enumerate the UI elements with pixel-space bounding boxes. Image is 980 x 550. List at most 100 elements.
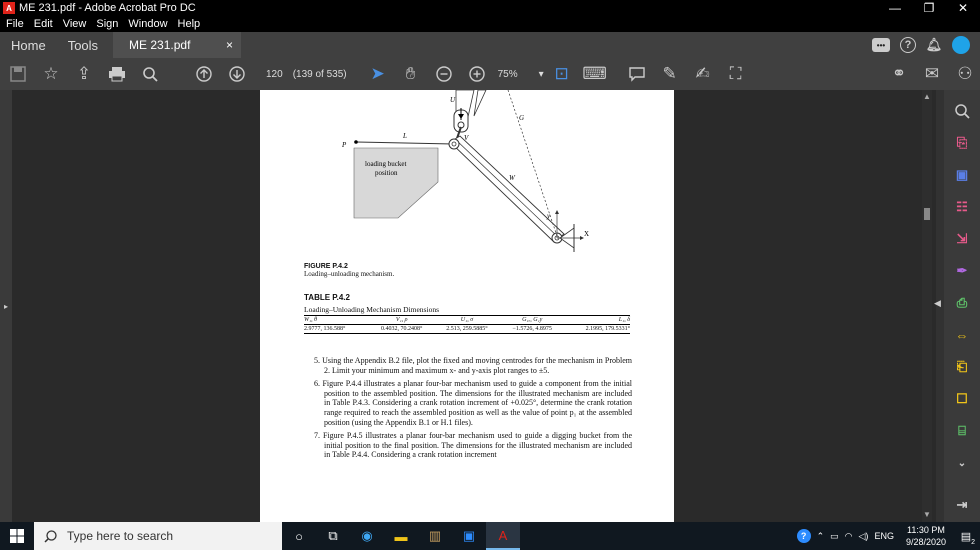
time: 11:30 PM — [907, 525, 945, 535]
pdf-page: U G L P V W y X loading bucket position … — [260, 90, 674, 522]
system-tray: ? ⌃ ▭ ◠ ◁) ENG — [796, 529, 900, 543]
menu-edit[interactable]: Edit — [34, 18, 53, 30]
tab-home[interactable]: Home — [0, 32, 57, 58]
next-page-icon[interactable] — [222, 59, 252, 89]
menu-sign[interactable]: Sign — [96, 18, 118, 30]
help-icon[interactable]: ? — [900, 37, 916, 53]
table-cell: 2.1995, 179.5331° — [585, 326, 630, 332]
clock[interactable]: 11:30 PM 9/28/2020 — [900, 524, 952, 548]
taskbar-search-input[interactable]: Type here to search — [34, 522, 282, 550]
windows-start-icon[interactable] — [0, 522, 34, 550]
notification-count: 2 — [971, 539, 975, 546]
table-cell: 0.4032, 70.2408° — [381, 326, 423, 332]
fill-sign-icon[interactable]: ✒ — [951, 260, 973, 282]
acrobat-window: A ME 231.pdf - Adobe Acrobat Pro DC — ❐ … — [0, 0, 980, 550]
collapse-panel-icon[interactable]: ◀ — [934, 298, 941, 309]
volume-icon[interactable]: ◁) — [859, 531, 869, 542]
print-icon[interactable] — [102, 59, 132, 89]
problem-5: 5. Using the Appendix B.2 file, plot the… — [314, 356, 632, 375]
document-tab-label: ME 231.pdf — [129, 38, 191, 52]
page-number-input[interactable]: 120 — [266, 69, 283, 80]
comment-tool-icon[interactable]: ☐ — [951, 388, 973, 410]
bucket-label-1: loading bucket — [365, 160, 406, 168]
notification-center-icon[interactable]: ▤ 2 — [952, 522, 980, 550]
zoom-out-icon[interactable] — [429, 59, 459, 89]
label-u: U — [450, 96, 456, 104]
vertical-scrollbar[interactable]: ▲ ▼ — [922, 90, 932, 522]
chevron-up-icon[interactable]: ⌃ — [817, 531, 825, 542]
tab-document[interactable]: ME 231.pdf × — [113, 32, 242, 58]
language-indicator[interactable]: ENG — [874, 531, 894, 541]
organize-pages-icon[interactable]: ☷ — [951, 196, 973, 218]
combine-files-icon[interactable]: ▣ — [951, 164, 973, 186]
acrobat-taskbar-icon[interactable]: A — [486, 522, 520, 550]
stamp-icon[interactable]: ⛶ — [721, 59, 751, 89]
upload-cloud-icon[interactable]: ⇪ — [69, 59, 99, 89]
scroll-up-icon[interactable]: ▲ — [922, 92, 932, 101]
zoom-app-icon[interactable]: ▣ — [452, 522, 486, 550]
email-icon[interactable]: ✉ — [917, 59, 947, 89]
app-pinned-icon[interactable]: ▥ — [418, 522, 452, 550]
tab-bar: Home Tools ME 231.pdf × ••• ? 🔔︎ — [0, 32, 980, 58]
left-panel-toggle[interactable]: ▸ — [0, 90, 12, 522]
tab-tools[interactable]: Tools — [57, 32, 109, 58]
expand-pane-icon[interactable]: ⇥ — [951, 494, 973, 516]
menu-window[interactable]: Window — [128, 18, 167, 30]
close-window-button[interactable]: ✕ — [946, 1, 980, 15]
save-icon[interactable] — [3, 59, 33, 89]
figure-caption: FIGURE P.4.2 Loading–unloading mechanism… — [304, 262, 394, 278]
comment-icon[interactable] — [622, 59, 652, 89]
file-explorer-icon[interactable]: ▬ — [384, 522, 418, 550]
menu-help[interactable]: Help — [178, 18, 201, 30]
share-link-icon[interactable]: ⚭ — [884, 59, 914, 89]
draw-icon[interactable]: ✍︎ — [688, 59, 718, 89]
label-g: G — [519, 114, 524, 122]
zoom-in-icon[interactable] — [462, 59, 492, 89]
more-tools-chevron-icon[interactable]: ⌄ — [951, 452, 973, 474]
menu-view[interactable]: View — [63, 18, 87, 30]
keyboard-icon[interactable]: ⌨︎ — [580, 59, 610, 89]
figure-loading-mechanism: U G L P V W y X loading bucket position — [341, 90, 589, 252]
wifi-icon[interactable]: ◠ — [845, 531, 853, 542]
star-icon[interactable]: ☆ — [36, 59, 66, 89]
comment-bubble-icon[interactable]: ••• — [872, 38, 890, 52]
zoom-dropdown[interactable]: 75% ▾ — [498, 69, 544, 80]
highlight-pen-icon[interactable]: ✎ — [655, 59, 685, 89]
window-title: ME 231.pdf - Adobe Acrobat Pro DC — [19, 2, 196, 14]
previous-page-icon[interactable] — [189, 59, 219, 89]
figure-caption-title: FIGURE P.4.2 — [304, 263, 348, 270]
export-pdf-icon[interactable]: ⇲ — [951, 228, 973, 250]
battery-icon[interactable]: ▭ — [830, 531, 839, 542]
fit-page-icon[interactable]: ⊡ — [547, 59, 577, 89]
minimize-button[interactable]: — — [878, 1, 912, 15]
scrollbar-thumb[interactable] — [924, 208, 930, 220]
edit-pdf-icon[interactable]: ⎙ — [951, 292, 973, 314]
select-cursor-icon[interactable]: ➤ — [363, 59, 393, 89]
table-header: V₁, ρ — [395, 317, 408, 323]
dimensions-table: W₁, θ V₁, ρ U₁, σ G₁ₓ, G₁y L₁, δ 2.9777,… — [304, 315, 630, 334]
export-file-icon[interactable]: ⎗ — [951, 356, 973, 378]
bucket-label-2: position — [375, 169, 398, 177]
help-tray-icon[interactable]: ? — [796, 529, 811, 543]
scan-ocr-icon[interactable]: ⌸ — [951, 420, 973, 442]
document-viewport[interactable]: U G L P V W y X loading bucket position … — [12, 90, 936, 522]
restore-button[interactable]: ❐ — [912, 1, 946, 15]
cortana-icon[interactable]: ○ — [282, 522, 316, 550]
avatar[interactable] — [952, 36, 970, 54]
tab-bar-icons: ••• ? 🔔︎ — [872, 32, 980, 58]
search-tool-icon[interactable] — [951, 100, 973, 122]
add-user-icon[interactable]: ⚇ — [950, 59, 980, 89]
notification-bell-icon[interactable]: 🔔︎ — [926, 37, 943, 53]
hand-tool-icon[interactable]: ✋︎ — [396, 59, 426, 89]
edge-browser-icon[interactable]: ◉ — [350, 522, 384, 550]
scroll-down-icon[interactable]: ▼ — [922, 510, 932, 519]
close-tab-button[interactable]: × — [226, 38, 233, 52]
zoom-search-icon[interactable] — [135, 59, 165, 89]
compress-icon[interactable]: ⇔ — [951, 324, 973, 346]
task-view-icon[interactable]: ⧉ — [316, 522, 350, 550]
create-pdf-icon[interactable]: ⎘ — [951, 132, 973, 154]
label-x: X — [584, 230, 589, 238]
table-header: W₁, θ — [304, 317, 318, 323]
menu-bar: File Edit View Sign Window Help — [0, 16, 980, 32]
menu-file[interactable]: File — [6, 18, 24, 30]
